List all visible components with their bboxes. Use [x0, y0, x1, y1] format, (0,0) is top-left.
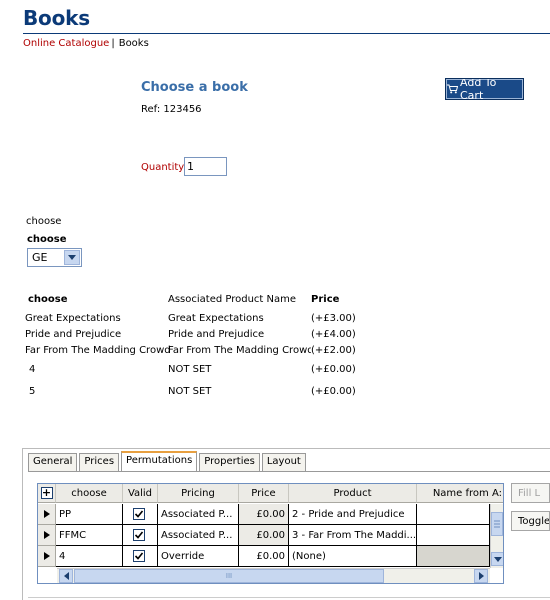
summary-cell: (+£4.00) — [311, 329, 356, 340]
product-heading: Choose a book — [141, 80, 248, 95]
summary-cell: NOT SET — [168, 386, 212, 397]
row-selector-icon[interactable] — [38, 546, 56, 567]
scroll-right-icon[interactable] — [474, 569, 488, 583]
choose-select-value: GE — [32, 251, 48, 264]
choose-select[interactable]: GE — [27, 248, 82, 267]
grid-cell-valid[interactable] — [123, 546, 158, 567]
tab-body-border — [28, 471, 550, 472]
grid-header-choose[interactable]: choose — [56, 484, 123, 503]
scroll-left-icon[interactable] — [59, 569, 73, 583]
breadcrumb-current[interactable]: Books — [119, 38, 149, 49]
summary-cell: Pride and Prejudice — [25, 329, 122, 340]
grid-cell-pricing[interactable]: Associated P... — [158, 525, 239, 546]
choose-label: choose — [26, 216, 62, 227]
breadcrumb-separator: | — [111, 38, 115, 49]
quantity-input[interactable] — [184, 157, 227, 176]
summary-cell: (+£3.00) — [311, 313, 356, 324]
summary-cell: (+£2.00) — [311, 345, 356, 356]
grid-cell-price[interactable]: £0.00 — [239, 546, 289, 567]
row-selector-icon[interactable] — [38, 504, 56, 525]
choose-select-label: choose — [27, 234, 67, 245]
tab-properties[interactable]: Properties — [199, 453, 260, 472]
grid-cell-name-from[interactable] — [417, 504, 490, 525]
summary-cell: (+£0.00) — [311, 386, 356, 397]
product-ref: Ref: 123456 — [141, 104, 202, 115]
grid-header-price[interactable]: Price — [239, 484, 289, 503]
chevron-down-icon[interactable] — [64, 250, 80, 265]
cart-icon — [447, 84, 459, 94]
summary-cell: Far From The Madding Crowd — [25, 345, 171, 356]
grid-cell-choose[interactable]: 4 — [56, 546, 123, 567]
summary-header-product: Associated Product Name — [168, 294, 297, 305]
summary-cell: Pride and Prejudice — [168, 329, 265, 340]
grid-cell-product[interactable]: 2 - Pride and Prejudice — [289, 504, 417, 525]
admin-panel-border-left — [22, 448, 23, 600]
scroll-down-icon[interactable] — [491, 552, 503, 566]
valid-checkbox[interactable] — [133, 508, 145, 520]
grid-cell-choose[interactable]: FFMC — [56, 525, 123, 546]
grid-cell-product[interactable]: (None) — [289, 546, 417, 567]
admin-panel-border — [22, 448, 550, 449]
fill-button[interactable]: Fill L — [511, 483, 550, 503]
grid-cell-product[interactable]: 3 - Far From The Maddi... — [289, 525, 417, 546]
add-row-button[interactable]: + — [40, 487, 53, 499]
grid-vertical-scrollbar[interactable] — [490, 504, 503, 568]
tab-layout[interactable]: Layout — [261, 453, 306, 472]
grid-header-name-from[interactable]: Name from A: — [417, 484, 503, 503]
summary-cell: Far From The Madding Crowd — [168, 345, 311, 356]
summary-header-choose: choose — [28, 294, 68, 305]
title-divider — [23, 33, 550, 34]
grid-cell-name-from[interactable] — [417, 546, 490, 567]
add-to-cart-label: Add To Cart — [460, 76, 497, 102]
grid-corner: + — [38, 484, 56, 503]
permutations-grid: + choose Valid Pricing Price Product Nam… — [37, 483, 504, 584]
admin-tabs: General Prices Permutations Properties L… — [28, 451, 308, 472]
grid-cell-choose[interactable]: PP — [56, 504, 123, 525]
grid-cell-pricing[interactable]: Override — [158, 546, 239, 567]
tab-permutations[interactable]: Permutations — [121, 451, 198, 472]
page-title: Books — [23, 6, 90, 30]
panel-bottom-rule — [28, 597, 550, 598]
grid-cell-valid[interactable] — [123, 504, 158, 525]
summary-cell: Great Expectations — [168, 313, 264, 324]
grid-horizontal-scrollbar[interactable]: III — [57, 568, 490, 583]
summary-cell: NOT SET — [168, 364, 212, 375]
summary-cell: (+£0.00) — [311, 364, 356, 375]
scrollbar-thumb[interactable] — [491, 512, 503, 536]
grid-cell-valid[interactable] — [123, 525, 158, 546]
quantity-label: Quantity: — [141, 162, 187, 173]
toggle-button[interactable]: Toggle — [511, 511, 550, 531]
valid-checkbox[interactable] — [133, 550, 145, 562]
valid-checkbox[interactable] — [133, 529, 145, 541]
summary-cell: 4 — [29, 364, 36, 375]
grid-header-product[interactable]: Product — [289, 484, 417, 503]
grid-cell-price[interactable]: £0.00 — [239, 525, 289, 546]
grid-cell-price[interactable]: £0.00 — [239, 504, 289, 525]
summary-cell: Great Expectations — [25, 313, 121, 324]
summary-cell: 5 — [29, 386, 36, 397]
tab-prices[interactable]: Prices — [79, 453, 120, 472]
breadcrumb: Online Catalogue | Books — [23, 38, 149, 49]
grid-cell-name-from[interactable] — [417, 525, 490, 546]
add-to-cart-button[interactable]: Add To Cart — [445, 76, 524, 102]
scrollbar-thumb-horizontal[interactable]: III — [74, 569, 384, 583]
grid-cell-pricing[interactable]: Associated P... — [158, 504, 239, 525]
row-selector-icon[interactable] — [38, 525, 56, 546]
tab-general[interactable]: General — [28, 453, 78, 472]
grid-header-valid[interactable]: Valid — [123, 484, 158, 503]
breadcrumb-link-catalogue[interactable]: Online Catalogue — [23, 38, 109, 49]
summary-header-price: Price — [311, 294, 340, 305]
grid-header-pricing[interactable]: Pricing — [158, 484, 239, 503]
